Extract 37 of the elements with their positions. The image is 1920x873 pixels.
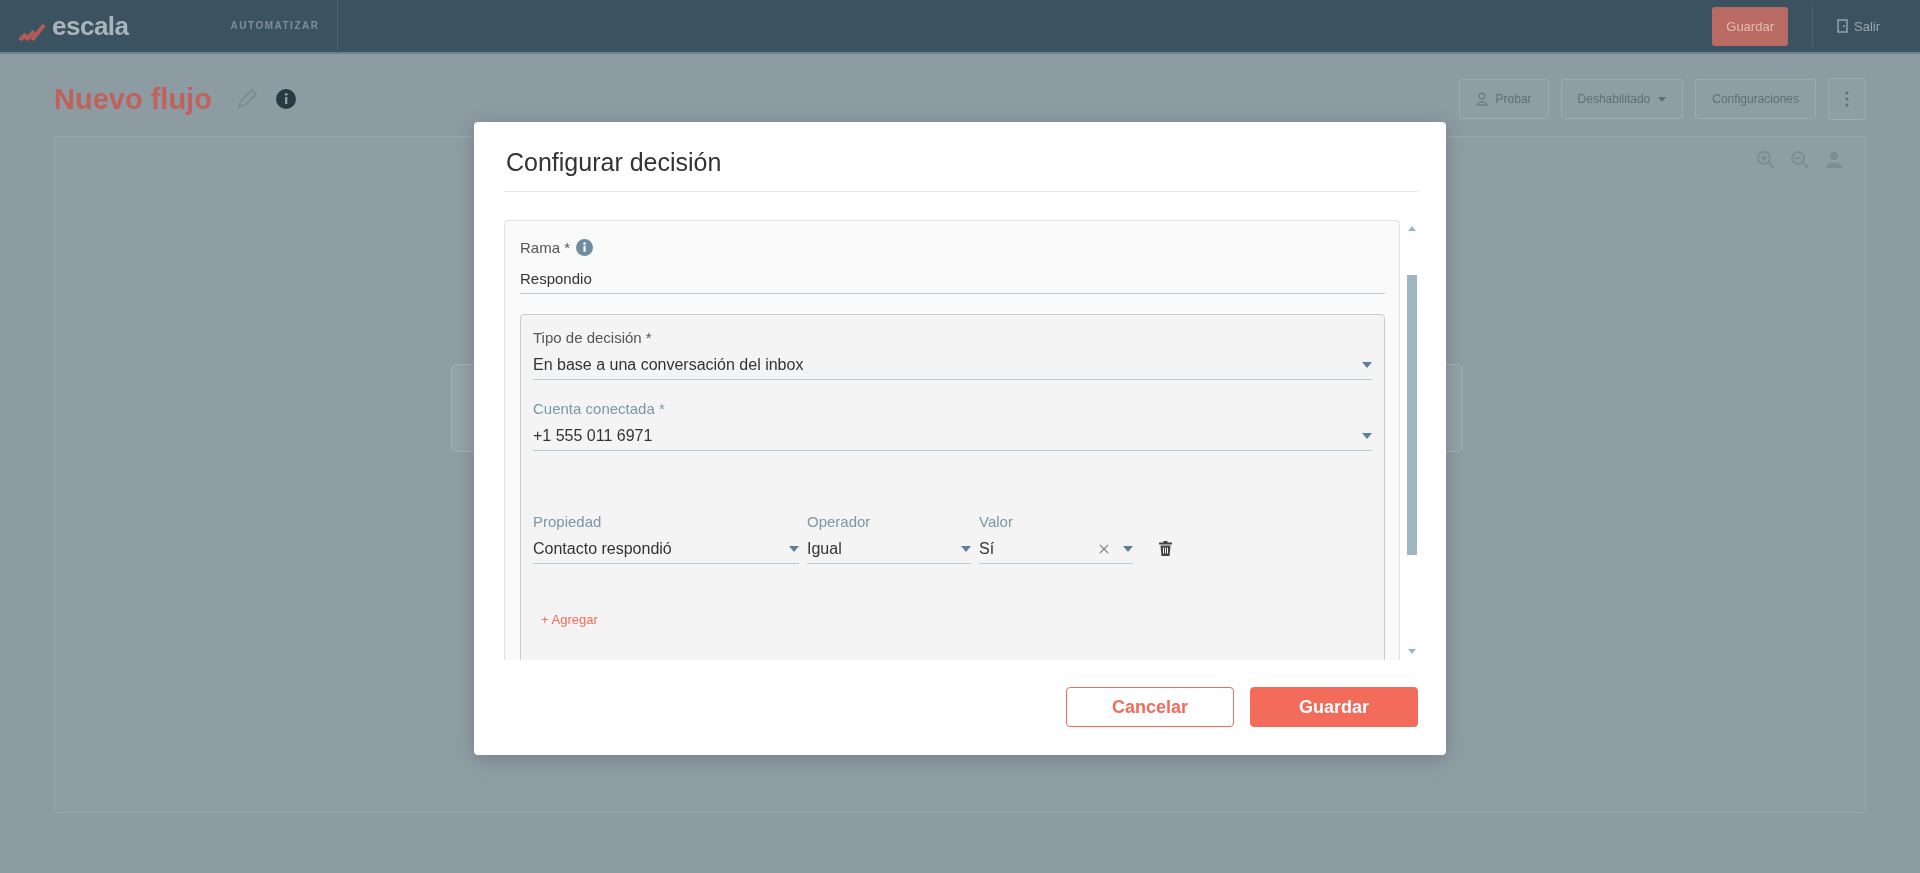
door-icon	[1837, 19, 1848, 33]
select-field[interactable]: En base a una conversación del inbox	[533, 350, 1372, 380]
info-icon[interactable]	[275, 89, 296, 109]
page-title: Nuevo flujo	[54, 82, 212, 116]
field-label: Operador	[807, 513, 872, 530]
logo-text: escala	[52, 10, 129, 42]
caret-icon	[961, 546, 971, 552]
field-label: Rama *	[520, 239, 1385, 256]
field-label: Cuenta conectada *	[533, 400, 666, 417]
select-field[interactable]: Igual	[807, 534, 971, 564]
field-label: Valor	[979, 513, 1014, 530]
modal-title: Configurar decisión	[504, 122, 1418, 192]
add-link[interactable]: + Agregar	[541, 612, 598, 627]
info-icon[interactable]	[576, 239, 594, 256]
caret-icon	[1362, 433, 1372, 439]
caret-icon	[1123, 546, 1133, 552]
field-label: Tipo de decisión *	[533, 329, 653, 346]
caret-icon	[789, 546, 799, 552]
kebab-icon	[1845, 91, 1849, 107]
text-field[interactable]: Respondio	[520, 264, 1385, 294]
nav-item[interactable]: AUTOMATIZAR	[212, 0, 339, 53]
select-field[interactable]: Contacto respondió	[533, 534, 799, 564]
save-button[interactable]: Guardar	[1712, 6, 1788, 46]
person-icon	[1475, 92, 1488, 106]
scroll-down-icon[interactable]	[1408, 649, 1416, 654]
trash-icon[interactable]	[1159, 541, 1172, 556]
save-button[interactable]: Guardar	[1250, 687, 1418, 727]
more-menu-button[interactable]	[1828, 78, 1866, 120]
caret-icon	[1658, 96, 1667, 102]
logout-link[interactable]: Salir	[1837, 18, 1880, 34]
select-field[interactable]: Sí	[979, 534, 1133, 564]
select-field[interactable]: +1 555 011 6971	[533, 421, 1372, 451]
scroll-up-icon[interactable]	[1408, 226, 1416, 231]
clear-icon[interactable]	[1099, 544, 1109, 554]
field-label: Propiedad	[533, 513, 603, 530]
cancel-button[interactable]: Cancelar	[1066, 687, 1234, 727]
caret-icon	[1362, 362, 1372, 368]
